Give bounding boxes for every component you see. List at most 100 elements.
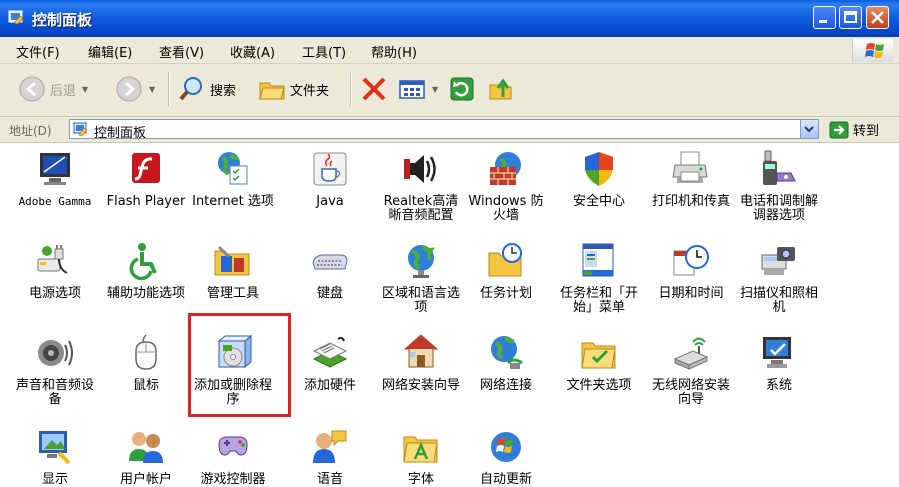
control-panel-item[interactable]: 自动更新 bbox=[463, 427, 549, 487]
control-panel-item[interactable]: 添加硬件 bbox=[287, 333, 373, 393]
control-panel-item[interactable]: 电源选项 bbox=[12, 241, 98, 301]
control-panel-item[interactable]: 任务栏和「开始」菜单 bbox=[556, 241, 642, 315]
item-label: Windows 防火墙 bbox=[468, 194, 544, 223]
item-label: 自动更新 bbox=[479, 472, 532, 487]
views-button[interactable]: ▼ bbox=[398, 74, 438, 104]
address-bar: 地址(D) 控制面板 转到 bbox=[0, 117, 899, 143]
menu-favorites[interactable]: 收藏(A) bbox=[230, 42, 275, 61]
control-panel-item[interactable]: 显示 bbox=[12, 427, 98, 487]
control-panel-item[interactable]: 任务计划 bbox=[463, 241, 549, 301]
item-label: 键盘 bbox=[316, 286, 343, 301]
control-panel-item[interactable]: Windows 防火墙 bbox=[463, 149, 549, 223]
control-panel-item[interactable]: 文件夹选项 bbox=[556, 333, 642, 393]
menu-view[interactable]: 查看(V) bbox=[159, 42, 204, 61]
control-panel-item[interactable]: 添加或删除程序 bbox=[190, 333, 276, 407]
control-panel-item[interactable]: Internet 选项 bbox=[190, 149, 276, 209]
control-panel-item[interactable]: 日期和时间 bbox=[648, 241, 734, 301]
add-hardware-icon bbox=[310, 333, 350, 373]
address-input[interactable]: 控制面板 bbox=[69, 119, 819, 141]
control-panel-item[interactable]: Adobe Gamma bbox=[12, 149, 98, 209]
minimize-button[interactable] bbox=[813, 6, 836, 29]
control-panel-item[interactable]: 字体 bbox=[378, 427, 464, 487]
control-panel-items: Adobe Gamma Flash Player Internet 选项 Java Re… bbox=[0, 143, 899, 487]
item-label: 安全中心 bbox=[572, 194, 625, 209]
delete-button[interactable] bbox=[360, 74, 388, 104]
forward-button[interactable]: ▼ bbox=[115, 74, 155, 104]
control-panel-item[interactable]: 网络连接 bbox=[463, 333, 549, 393]
title-bar[interactable]: 控制面板 bbox=[0, 0, 899, 37]
item-label: 添加硬件 bbox=[303, 378, 356, 393]
java-cup-icon bbox=[310, 149, 350, 189]
item-label: Realtek高清晰音频配置 bbox=[383, 194, 459, 223]
item-label: 电话和调制解调器选项 bbox=[739, 194, 818, 223]
control-panel-item[interactable]: 系统 bbox=[736, 333, 822, 393]
control-panel-item[interactable]: 辅助功能选项 bbox=[103, 241, 189, 301]
address-label: 地址(D) bbox=[9, 124, 52, 138]
control-panel-item[interactable]: 游戏控制器 bbox=[190, 427, 276, 487]
folders-button[interactable]: 文件夹 bbox=[258, 74, 329, 104]
refresh-button[interactable] bbox=[449, 74, 475, 104]
folders-label: 文件夹 bbox=[290, 83, 330, 99]
add-remove-programs-icon bbox=[213, 333, 253, 373]
control-panel-item[interactable]: 键盘 bbox=[287, 241, 373, 301]
back-button[interactable]: 后退 ▼ bbox=[18, 74, 88, 104]
control-panel-item[interactable]: Java bbox=[287, 149, 373, 209]
control-panel-item[interactable]: 鼠标 bbox=[103, 333, 189, 393]
maximize-button[interactable] bbox=[839, 6, 862, 29]
menu-help[interactable]: 帮助(H) bbox=[371, 42, 417, 61]
wireless-icon bbox=[671, 333, 711, 373]
item-label: 电源选项 bbox=[28, 286, 81, 301]
speaker-icon bbox=[401, 149, 441, 189]
windows-flag-icon bbox=[865, 43, 884, 58]
address-dropdown-button[interactable] bbox=[800, 120, 818, 138]
close-button[interactable] bbox=[866, 6, 889, 29]
item-label: 网络连接 bbox=[479, 378, 532, 393]
views-dropdown-icon[interactable]: ▼ bbox=[432, 85, 438, 94]
control-panel-item[interactable]: 无线网络安装向导 bbox=[648, 333, 734, 407]
control-panel-item[interactable]: 声音和音频设备 bbox=[12, 333, 98, 407]
control-panel-item[interactable]: 打印机和传真 bbox=[648, 149, 734, 209]
item-label: 区域和语言选项 bbox=[381, 286, 460, 315]
search-icon bbox=[179, 77, 202, 101]
control-panel-item[interactable]: 用户帐户 bbox=[103, 427, 189, 487]
item-label: 鼠标 bbox=[132, 378, 159, 393]
go-label: 转到 bbox=[853, 124, 880, 139]
control-panel-item[interactable]: 网络安装向导 bbox=[378, 333, 464, 393]
item-label: Internet 选项 bbox=[192, 194, 274, 209]
network-connections-icon bbox=[486, 333, 526, 373]
control-panel-item[interactable]: 管理工具 bbox=[190, 241, 276, 301]
close-icon bbox=[871, 11, 884, 24]
control-panel-item[interactable]: 语音 bbox=[287, 427, 373, 487]
control-panel-item[interactable]: Realtek高清晰音频配置 bbox=[378, 149, 464, 223]
windows-logo bbox=[852, 39, 893, 62]
item-label: 声音和音频设备 bbox=[15, 378, 94, 407]
firewall-icon bbox=[486, 149, 526, 189]
item-label: 文件夹选项 bbox=[566, 378, 632, 393]
control-panel-item[interactable]: 扫描仪和照相机 bbox=[736, 241, 822, 315]
menu-tools[interactable]: 工具(T) bbox=[302, 42, 346, 61]
clock-icon bbox=[671, 241, 711, 281]
control-panel-icon bbox=[73, 122, 88, 137]
sound-icon bbox=[35, 333, 75, 373]
system-icon bbox=[759, 333, 799, 373]
control-panel-item[interactable]: Flash Player bbox=[103, 149, 189, 209]
control-panel-item[interactable]: 区域和语言选项 bbox=[378, 241, 464, 315]
window-title: 控制面板 bbox=[32, 11, 93, 29]
back-dropdown-icon[interactable]: ▼ bbox=[82, 85, 88, 94]
up-folder-button[interactable] bbox=[487, 74, 515, 104]
menu-file[interactable]: 文件(F) bbox=[16, 42, 60, 61]
chevron-down-icon bbox=[804, 126, 814, 133]
forward-arrow-icon bbox=[116, 76, 142, 102]
control-panel-item[interactable]: 电话和调制解调器选项 bbox=[736, 149, 822, 223]
minimize-icon bbox=[819, 20, 827, 23]
search-button[interactable]: 搜索 bbox=[178, 74, 236, 104]
go-button[interactable]: 转到 bbox=[829, 120, 879, 139]
windows-update-icon bbox=[486, 427, 526, 467]
control-panel-item[interactable]: 安全中心 bbox=[556, 149, 642, 209]
item-label: 系统 bbox=[765, 378, 792, 393]
power-plug-icon bbox=[35, 241, 75, 281]
forward-dropdown-icon[interactable]: ▼ bbox=[149, 85, 155, 94]
menu-edit[interactable]: 编辑(E) bbox=[88, 42, 132, 61]
globe-icon bbox=[401, 241, 441, 281]
maximize-icon bbox=[844, 11, 857, 23]
